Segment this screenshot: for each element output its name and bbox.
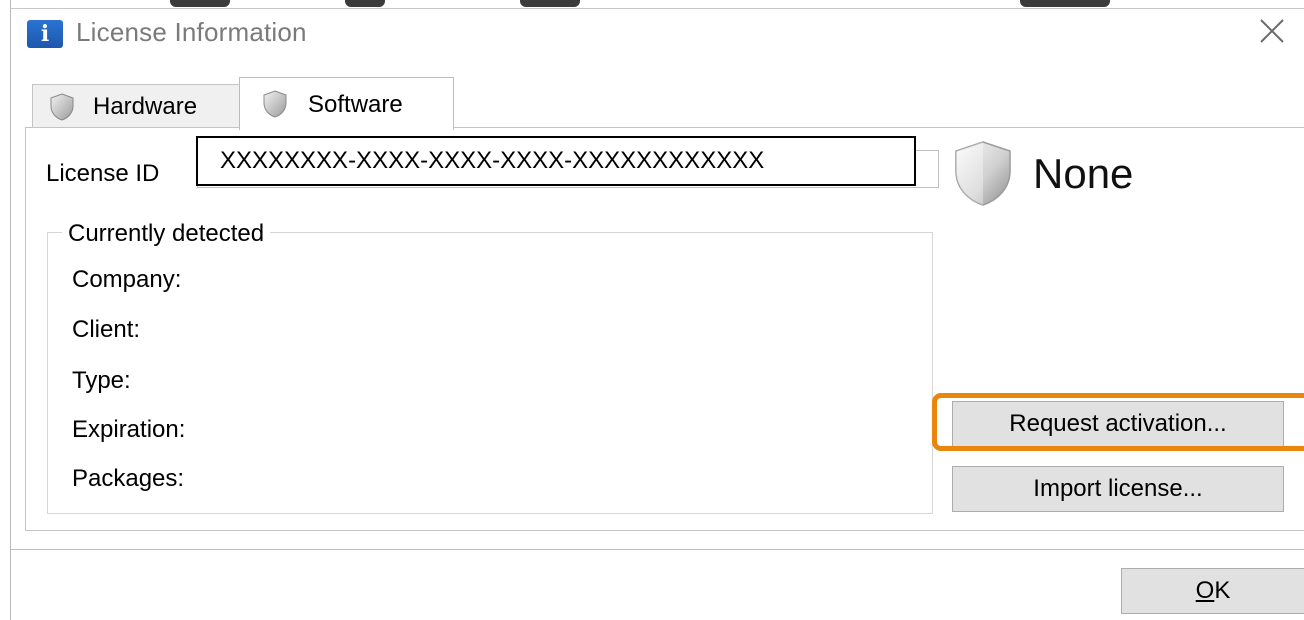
ok-label-rest: K [1214,577,1231,604]
ok-mnemonic: O [1195,577,1215,604]
license-information-dialog: i License Information Hardware Software … [0,0,1304,620]
license-id-field[interactable] [196,136,916,186]
background-fragment [170,0,230,7]
window-left-border [10,0,11,620]
license-id-label: License ID [46,160,160,187]
import-license-button[interactable]: Import license... [952,466,1284,512]
request-activation-button[interactable]: Request activation... [952,401,1284,447]
shield-icon [49,93,75,121]
close-icon [1260,19,1284,43]
tab-hardware[interactable]: Hardware [32,84,240,127]
company-label: Company: [72,266,182,293]
shield-icon [948,138,1018,208]
packages-label: Packages: [72,465,185,492]
close-button[interactable] [1255,14,1289,48]
tab-software-label: Software [308,91,403,118]
info-icon: i [27,20,63,48]
tab-software[interactable]: Software [239,77,454,130]
type-label: Type: [72,367,131,394]
window-title: License Information [76,17,307,47]
shield-icon [262,90,288,118]
ok-button[interactable]: OK [1121,568,1304,614]
client-label: Client: [72,316,141,343]
background-fragment [520,0,580,7]
background-fragment [1020,0,1110,7]
footer-separator [11,549,1304,550]
background-fragment [345,0,385,7]
tab-hardware-label: Hardware [93,93,198,120]
license-status-text: None [1033,150,1134,197]
expiration-label: Expiration: [72,416,186,443]
groupbox-title: Currently detected [62,220,271,248]
